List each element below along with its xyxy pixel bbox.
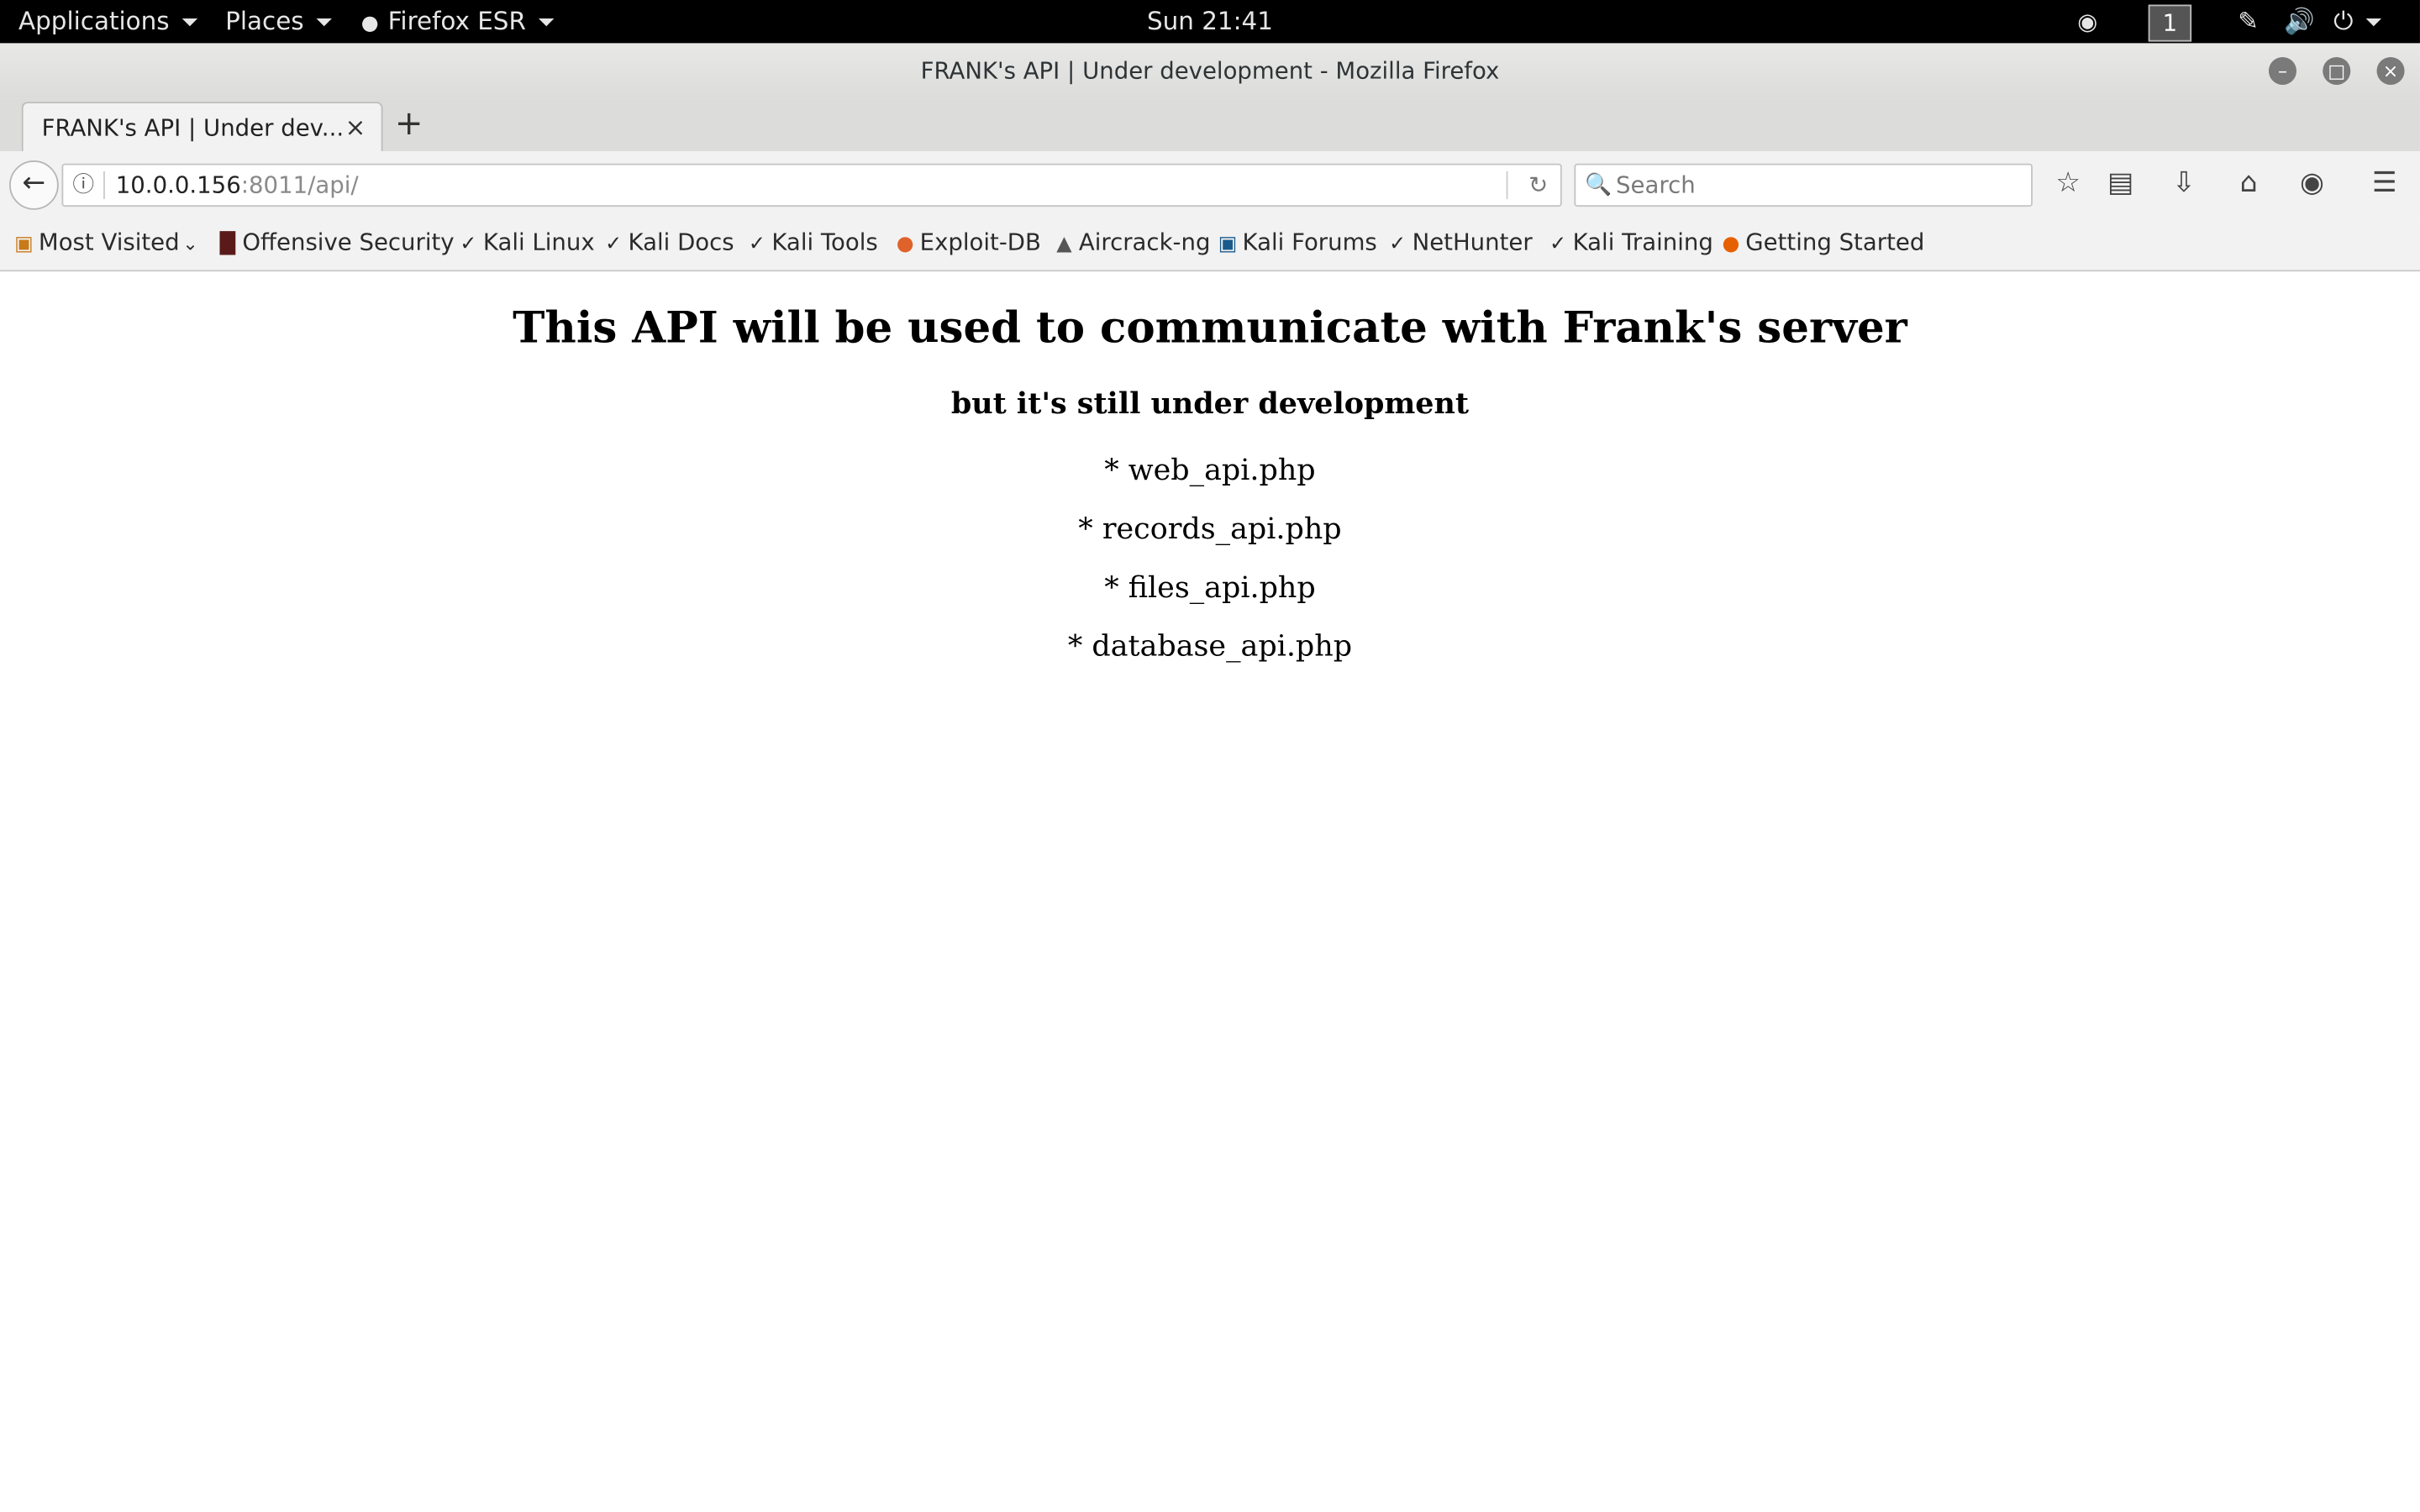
- library-icon[interactable]: ▤: [2099, 164, 2142, 204]
- tab-label: FRANK's API | Under dev...: [41, 113, 345, 142]
- bookmark-exploit-db[interactable]: ● Exploit-DB: [893, 216, 1041, 271]
- page-content: This API will be used to communicate wit…: [0, 271, 2420, 1512]
- kali-dragon-icon: ✓: [748, 233, 765, 256]
- volume-icon[interactable]: 🔊: [2284, 0, 2315, 43]
- bookmark-label: Aircrack-ng: [1078, 228, 1211, 256]
- search-placeholder: Search: [1616, 171, 1696, 199]
- folder-icon: ▣: [14, 233, 34, 256]
- video-devices-icon[interactable]: ◉: [2077, 0, 2097, 43]
- url-path: :8011/api/: [240, 171, 359, 199]
- kali-dragon-icon: ✓: [1389, 233, 1407, 256]
- url-divider: [1506, 171, 1508, 199]
- maximize-icon[interactable]: □: [2323, 56, 2351, 86]
- tab-active[interactable]: FRANK's API | Under dev... ×: [21, 102, 383, 153]
- url-bar[interactable]: ⓘ 10.0.0.156:8011/api/ ↻: [61, 163, 1562, 207]
- kali-dragon-icon: ✓: [605, 233, 623, 256]
- clock[interactable]: Sun 21:41: [0, 0, 2420, 43]
- bookmark-kali-forums[interactable]: ▣ Kali Forums: [1216, 216, 1377, 271]
- bookmark-kali-linux[interactable]: ✓ Kali Linux: [457, 216, 595, 271]
- bookmark-label: Most Visited: [38, 228, 180, 256]
- bookmark-label: Exploit-DB: [919, 228, 1041, 256]
- nav-toolbar: ← ⓘ 10.0.0.156:8011/api/ ↻ 🔍 Search ☆ ▤ …: [0, 150, 2420, 217]
- exploitdb-icon: ●: [896, 233, 914, 256]
- downloads-icon[interactable]: ⇩: [2162, 164, 2205, 204]
- power-icon[interactable]: ⏻: [2333, 0, 2381, 43]
- new-tab-button[interactable]: +: [392, 102, 426, 148]
- bookmark-getting-started[interactable]: ● Getting Started: [1719, 216, 1924, 271]
- url-text[interactable]: 10.0.0.156:8011/api/: [116, 165, 359, 206]
- list-item: * records_api.php: [1078, 512, 1342, 547]
- list-item: * web_api.php: [1104, 453, 1316, 488]
- offsec-icon: █: [219, 233, 236, 256]
- bookmark-label: Kali Training: [1572, 228, 1713, 256]
- bookmark-most-visited[interactable]: ▣ Most Visited ⌄: [13, 216, 198, 271]
- minimize-icon[interactable]: –: [2268, 56, 2297, 86]
- bookmark-label: NetHunter: [1412, 228, 1533, 256]
- chevron-down-icon: [2365, 18, 2381, 27]
- screen: Applications Places ● Firefox ESR Sun 21:…: [0, 0, 2420, 1512]
- back-button[interactable]: ←: [9, 160, 59, 210]
- bookmark-kali-tools[interactable]: ✓ Kali Tools: [745, 216, 878, 271]
- window-title: FRANK's API | Under development - Mozill…: [920, 56, 1500, 86]
- site-info-icon[interactable]: ⓘ: [72, 165, 94, 206]
- close-icon[interactable]: ×: [2376, 56, 2405, 86]
- window-titlebar[interactable]: FRANK's API | Under development - Mozill…: [0, 43, 2420, 99]
- kali-dragon-icon: ✓: [1549, 233, 1567, 256]
- list-item: * files_api.php: [1104, 570, 1316, 605]
- bookmark-label: Kali Forums: [1242, 228, 1377, 256]
- bookmark-nethunter[interactable]: ✓ NetHunter: [1386, 216, 1533, 271]
- bookmark-label: Kali Linux: [482, 228, 595, 256]
- page-heading: This API will be used to communicate wit…: [513, 302, 1907, 354]
- search-icon: 🔍: [1585, 172, 1612, 198]
- tab-close-icon[interactable]: ×: [345, 103, 366, 153]
- bookmark-star-icon[interactable]: ☆: [2046, 164, 2089, 204]
- workspace-indicator[interactable]: 1: [2148, 4, 2192, 42]
- kali-dragon-icon: ✓: [460, 233, 477, 256]
- bookmark-offensive-security[interactable]: █ Offensive Security: [216, 216, 455, 271]
- menu-icon[interactable]: ☰: [2363, 164, 2406, 204]
- aircrack-icon: ▲: [1056, 233, 1072, 256]
- list-item: * database_api.php: [1067, 629, 1353, 664]
- url-host: 10.0.0.156: [115, 171, 241, 199]
- kali-forums-icon: ▣: [1218, 233, 1238, 256]
- firefox-icon: ●: [1722, 233, 1740, 256]
- page-subheading: but it's still under development: [950, 387, 1470, 422]
- chevron-down-icon: ⌄: [182, 233, 198, 255]
- tab-strip: FRANK's API | Under dev... × +: [0, 98, 2420, 153]
- api-list: * web_api.php * records_api.php * files_…: [0, 441, 2420, 675]
- url-divider: [103, 171, 105, 199]
- back-arrow-icon: ←: [22, 166, 46, 199]
- bookmark-kali-docs[interactable]: ✓ Kali Docs: [602, 216, 734, 271]
- search-input[interactable]: 🔍 Search: [1574, 163, 2033, 207]
- pocket-icon[interactable]: ◉: [2291, 164, 2333, 204]
- bookmark-label: Kali Docs: [628, 228, 734, 256]
- top-panel: Applications Places ● Firefox ESR Sun 21:…: [0, 0, 2420, 44]
- bookmarks-toolbar: ▣ Most Visited ⌄ █ Offensive Security ✓ Kali…: [0, 216, 2420, 272]
- pen-icon[interactable]: ✎: [2238, 0, 2259, 43]
- bookmark-kali-training[interactable]: ✓ Kali Training: [1546, 216, 1713, 271]
- reload-icon[interactable]: ↻: [1528, 165, 1548, 206]
- bookmark-aircrack-ng[interactable]: ▲ Aircrack-ng: [1053, 216, 1211, 271]
- bookmark-label: Offensive Security: [242, 228, 455, 256]
- bookmark-label: Kali Tools: [771, 228, 878, 256]
- home-icon[interactable]: ⌂: [2227, 164, 2270, 204]
- bookmark-label: Getting Started: [1745, 228, 1925, 256]
